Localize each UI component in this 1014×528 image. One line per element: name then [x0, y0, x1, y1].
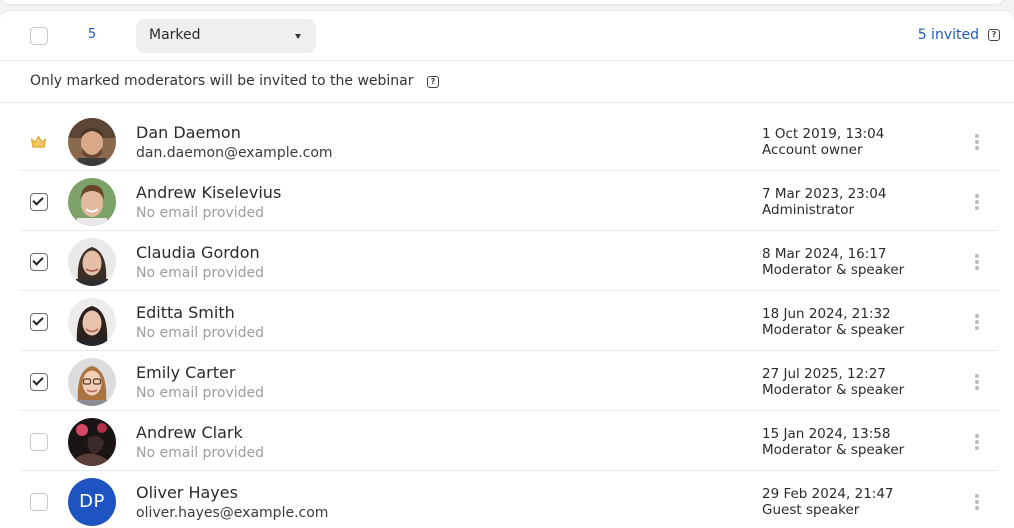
moderator-role: Moderator & speaker	[762, 262, 905, 278]
moderator-name: Oliver Hayes	[136, 483, 238, 502]
selected-count[interactable]: 5	[80, 27, 104, 42]
moderator-name: Claudia Gordon	[136, 243, 260, 262]
moderator-role: Moderator & speaker	[762, 442, 905, 458]
row-checkbox[interactable]	[30, 253, 48, 271]
more-options-icon[interactable]	[970, 433, 984, 451]
help-icon[interactable]: ?	[988, 29, 1000, 41]
moderator-date: 15 Jan 2024, 13:58	[762, 426, 891, 442]
moderator-email: dan.daemon@example.com	[136, 145, 333, 161]
row-checkbox[interactable]	[30, 313, 48, 331]
top-strip	[0, 0, 1014, 10]
moderator-role: Moderator & speaker	[762, 382, 905, 398]
avatar	[68, 298, 116, 346]
moderator-email: No email provided	[136, 265, 265, 281]
previous-card-edge	[0, 0, 1005, 4]
select-all-checkbox[interactable]	[30, 27, 48, 45]
moderator-name: Andrew Clark	[136, 423, 243, 442]
list-item[interactable]: Editta Smith No email provided 18 Jun 20…	[20, 291, 998, 351]
moderator-date: 27 Jul 2025, 12:27	[762, 366, 886, 382]
moderator-email: oliver.hayes@example.com	[136, 505, 329, 521]
avatar	[68, 418, 116, 466]
moderator-email: No email provided	[136, 445, 265, 461]
row-checkbox[interactable]	[30, 493, 48, 511]
help-icon[interactable]: ?	[427, 76, 439, 88]
more-options-icon[interactable]	[970, 133, 984, 151]
avatar	[68, 238, 116, 286]
moderator-email: No email provided	[136, 385, 265, 401]
moderator-email: No email provided	[136, 325, 265, 341]
moderator-date: 18 Jun 2024, 21:32	[762, 306, 891, 322]
crown-icon	[30, 135, 47, 148]
moderator-date: 29 Feb 2024, 21:47	[762, 486, 894, 502]
notice-text: Only marked moderators will be invited t…	[30, 73, 414, 89]
list-header: 5 Marked 5 invited ?	[0, 11, 1014, 61]
moderator-name: Dan Daemon	[136, 123, 241, 142]
avatar	[68, 358, 116, 406]
filter-dropdown[interactable]: Marked	[136, 19, 316, 53]
moderator-role: Account owner	[762, 142, 863, 158]
list-item[interactable]: DP Oliver Hayes oliver.hayes@example.com…	[20, 471, 998, 528]
moderator-name: Emily Carter	[136, 363, 236, 382]
more-options-icon[interactable]	[970, 313, 984, 331]
filter-value: Marked	[149, 27, 201, 43]
list-item[interactable]: Andrew Clark No email provided 15 Jan 20…	[20, 411, 998, 471]
row-checkbox[interactable]	[30, 193, 48, 211]
moderator-date: 1 Oct 2019, 13:04	[762, 126, 885, 142]
moderator-name: Andrew Kiselevius	[136, 183, 282, 202]
row-checkbox[interactable]	[30, 433, 48, 451]
avatar	[68, 178, 116, 226]
list-item[interactable]: Claudia Gordon No email provided 8 Mar 2…	[20, 231, 998, 291]
more-options-icon[interactable]	[970, 193, 984, 211]
caret-down-icon	[295, 34, 301, 39]
avatar	[68, 118, 116, 166]
moderator-date: 7 Mar 2023, 23:04	[762, 186, 887, 202]
list-item[interactable]: Dan Daemon dan.daemon@example.com 1 Oct …	[20, 111, 998, 171]
avatar: DP	[68, 478, 116, 526]
notice-bar: Only marked moderators will be invited t…	[0, 62, 1014, 103]
moderator-role: Guest speaker	[762, 502, 860, 518]
list-item[interactable]: Andrew Kiselevius No email provided 7 Ma…	[20, 171, 998, 231]
invited-count-link[interactable]: 5 invited	[918, 27, 979, 43]
moderator-role: Moderator & speaker	[762, 322, 905, 338]
row-checkbox[interactable]	[30, 373, 48, 391]
more-options-icon[interactable]	[970, 493, 984, 511]
more-options-icon[interactable]	[970, 373, 984, 391]
list-item[interactable]: Emily Carter No email provided 27 Jul 20…	[20, 351, 998, 411]
moderator-name: Editta Smith	[136, 303, 235, 322]
moderator-date: 8 Mar 2024, 16:17	[762, 246, 887, 262]
moderator-email: No email provided	[136, 205, 265, 221]
more-options-icon[interactable]	[970, 253, 984, 271]
moderator-role: Administrator	[762, 202, 855, 218]
